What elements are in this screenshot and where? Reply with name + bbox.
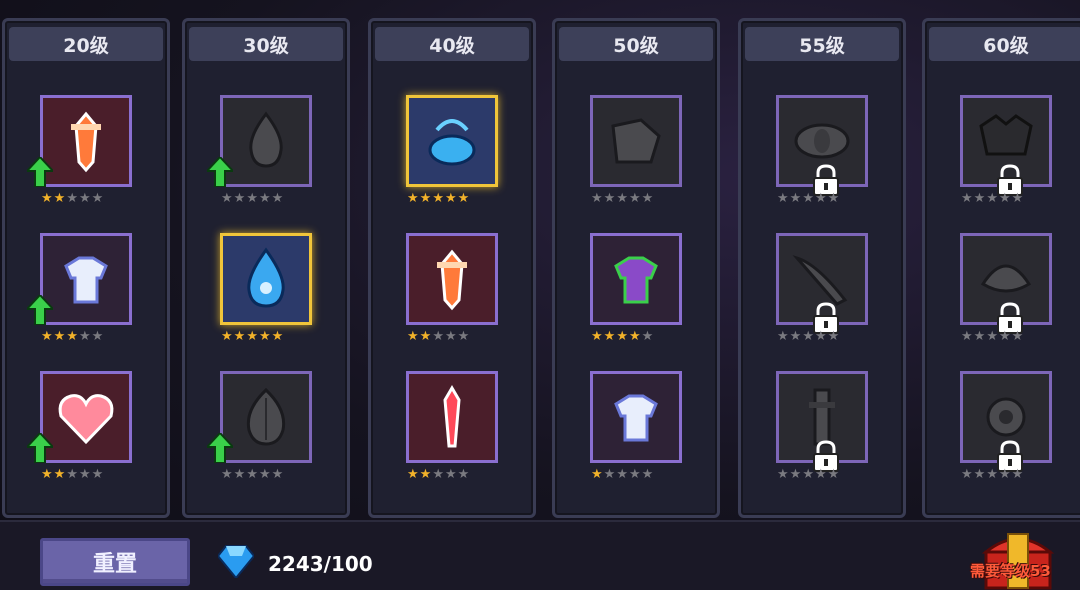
- star-rating: ★ ★ ★ ★ ★: [407, 191, 469, 206]
- talent-icon-box[interactable]: [40, 371, 132, 463]
- purple-armor-icon: [614, 256, 658, 304]
- upgrade-arrow-icon: [27, 157, 53, 187]
- column-40: 40级 ★ ★ ★ ★ ★ ★ ★ ★ ★ ★ ★ ★ ★ ★ ★: [368, 18, 536, 518]
- star-rating: ★ ★ ★ ★ ★: [777, 329, 839, 344]
- talent-icon-box[interactable]: [406, 95, 498, 187]
- talent-slot[interactable]: ★ ★ ★ ★ ★: [925, 371, 1080, 501]
- talent-slot[interactable]: ★ ★ ★ ★ ★: [741, 95, 903, 225]
- talent-slot[interactable]: ★ ★ ★ ★ ★: [555, 233, 717, 363]
- star-rating: ★ ★ ★ ★ ★: [591, 329, 653, 344]
- water-drop-icon: [247, 247, 285, 308]
- talent-slot[interactable]: ★ ★ ★ ★ ★: [185, 95, 347, 225]
- column-header: 40级: [375, 27, 529, 61]
- talent-slot[interactable]: ★ ★ ★ ★ ★: [185, 233, 347, 363]
- star-rating: ★ ★ ★ ★ ★: [777, 191, 839, 206]
- talent-slot[interactable]: ★ ★ ★ ★ ★: [5, 233, 167, 363]
- talent-icon-box[interactable]: [40, 95, 132, 187]
- column-header: 55级: [745, 27, 899, 61]
- talent-slot[interactable]: ★ ★ ★ ★ ★: [371, 233, 533, 363]
- star-rating: ★ ★ ★ ★ ★: [221, 329, 283, 344]
- dark-boot-icon: [611, 118, 661, 164]
- star-rating: ★ ★ ★ ★ ★: [961, 191, 1023, 206]
- upgrade-arrow-icon: [207, 157, 233, 187]
- star-rating: ★ ★ ★ ★ ★: [41, 467, 103, 482]
- column-60: 60级 ★ ★ ★ ★ ★ ★ ★ ★ ★ ★ ★ ★ ★ ★ ★: [922, 18, 1080, 518]
- talent-icon-box[interactable]: [590, 233, 682, 325]
- talent-slot[interactable]: ★ ★ ★ ★ ★: [925, 233, 1080, 363]
- talent-slot[interactable]: ★ ★ ★ ★ ★: [555, 371, 717, 501]
- talent-icon-box[interactable]: [406, 371, 498, 463]
- leaf-dark-icon: [246, 387, 286, 446]
- talent-icon-box[interactable]: [220, 233, 312, 325]
- red-crystal-icon: [443, 385, 461, 448]
- talent-icon-box[interactable]: [40, 233, 132, 325]
- star-rating: ★ ★ ★ ★ ★: [961, 329, 1023, 344]
- star-rating: ★ ★ ★ ★ ★: [591, 191, 653, 206]
- column-55: 55级 ★ ★ ★ ★ ★ ★ ★ ★ ★ ★ ★ ★ ★ ★ ★: [738, 18, 906, 518]
- blue-potion-icon: [428, 119, 476, 166]
- armor-white-icon: [614, 394, 658, 442]
- sword-red-icon: [71, 111, 101, 173]
- column-50: 50级 ★ ★ ★ ★ ★ ★ ★ ★ ★ ★ ★ ★ ★ ★ ★: [552, 18, 720, 518]
- talent-slot[interactable]: ★ ★ ★ ★ ★: [741, 371, 903, 501]
- star-rating: ★ ★ ★ ★ ★: [961, 467, 1023, 482]
- talent-slot[interactable]: ★ ★ ★ ★ ★: [371, 371, 533, 501]
- fire-drop-dark-icon: [249, 111, 283, 168]
- talent-columns: 20级 ★ ★ ★ ★ ★ ★ ★ ★ ★ ★ ★ ★ ★ ★ ★ 30级 ★ …: [0, 12, 1080, 518]
- star-rating: ★ ★ ★ ★ ★: [41, 329, 103, 344]
- column-header: 30级: [189, 27, 343, 61]
- sword-red-icon: [437, 249, 467, 311]
- talent-icon-box[interactable]: [220, 371, 312, 463]
- bottom-bar: 重置 2243/100 需要等级53: [0, 520, 1080, 590]
- column-header: 60级: [929, 27, 1080, 61]
- talent-slot[interactable]: ★ ★ ★ ★ ★: [5, 371, 167, 501]
- column-20: 20级 ★ ★ ★ ★ ★ ★ ★ ★ ★ ★ ★ ★ ★ ★ ★: [2, 18, 170, 518]
- star-rating: ★ ★ ★ ★ ★: [591, 467, 653, 482]
- star-rating: ★ ★ ★ ★ ★: [221, 467, 283, 482]
- heart-icon: [58, 394, 114, 445]
- star-rating: ★ ★ ★ ★ ★: [407, 467, 469, 482]
- talent-icon-box[interactable]: [220, 95, 312, 187]
- column-header: 20级: [9, 27, 163, 61]
- upgrade-arrow-icon: [27, 295, 53, 325]
- reset-button[interactable]: 重置: [40, 538, 190, 586]
- column-30: 30级 ★ ★ ★ ★ ★ ★ ★ ★ ★ ★ ★ ★ ★ ★ ★: [182, 18, 350, 518]
- talent-slot[interactable]: ★ ★ ★ ★ ★: [5, 95, 167, 225]
- column-header: 50级: [559, 27, 713, 61]
- gem-icon: [218, 545, 254, 578]
- talent-slot[interactable]: ★ ★ ★ ★ ★: [555, 95, 717, 225]
- talent-slot[interactable]: ★ ★ ★ ★ ★: [741, 233, 903, 363]
- talent-icon-box[interactable]: [590, 95, 682, 187]
- star-rating: ★ ★ ★ ★ ★: [41, 191, 103, 206]
- gem-count: 2243/100: [268, 552, 373, 576]
- star-rating: ★ ★ ★ ★ ★: [407, 329, 469, 344]
- star-rating: ★ ★ ★ ★ ★: [777, 467, 839, 482]
- talent-slot[interactable]: ★ ★ ★ ★ ★: [371, 95, 533, 225]
- talent-slot[interactable]: ★ ★ ★ ★ ★: [185, 371, 347, 501]
- star-rating: ★ ★ ★ ★ ★: [221, 191, 283, 206]
- talent-icon-box[interactable]: [590, 371, 682, 463]
- need-level-label: 需要等级53: [970, 562, 1051, 580]
- talent-slot[interactable]: ★ ★ ★ ★ ★: [925, 95, 1080, 225]
- upgrade-arrow-icon: [207, 433, 233, 463]
- armor-white-icon: [64, 256, 108, 304]
- talent-icon-box[interactable]: [406, 233, 498, 325]
- upgrade-arrow-icon: [27, 433, 53, 463]
